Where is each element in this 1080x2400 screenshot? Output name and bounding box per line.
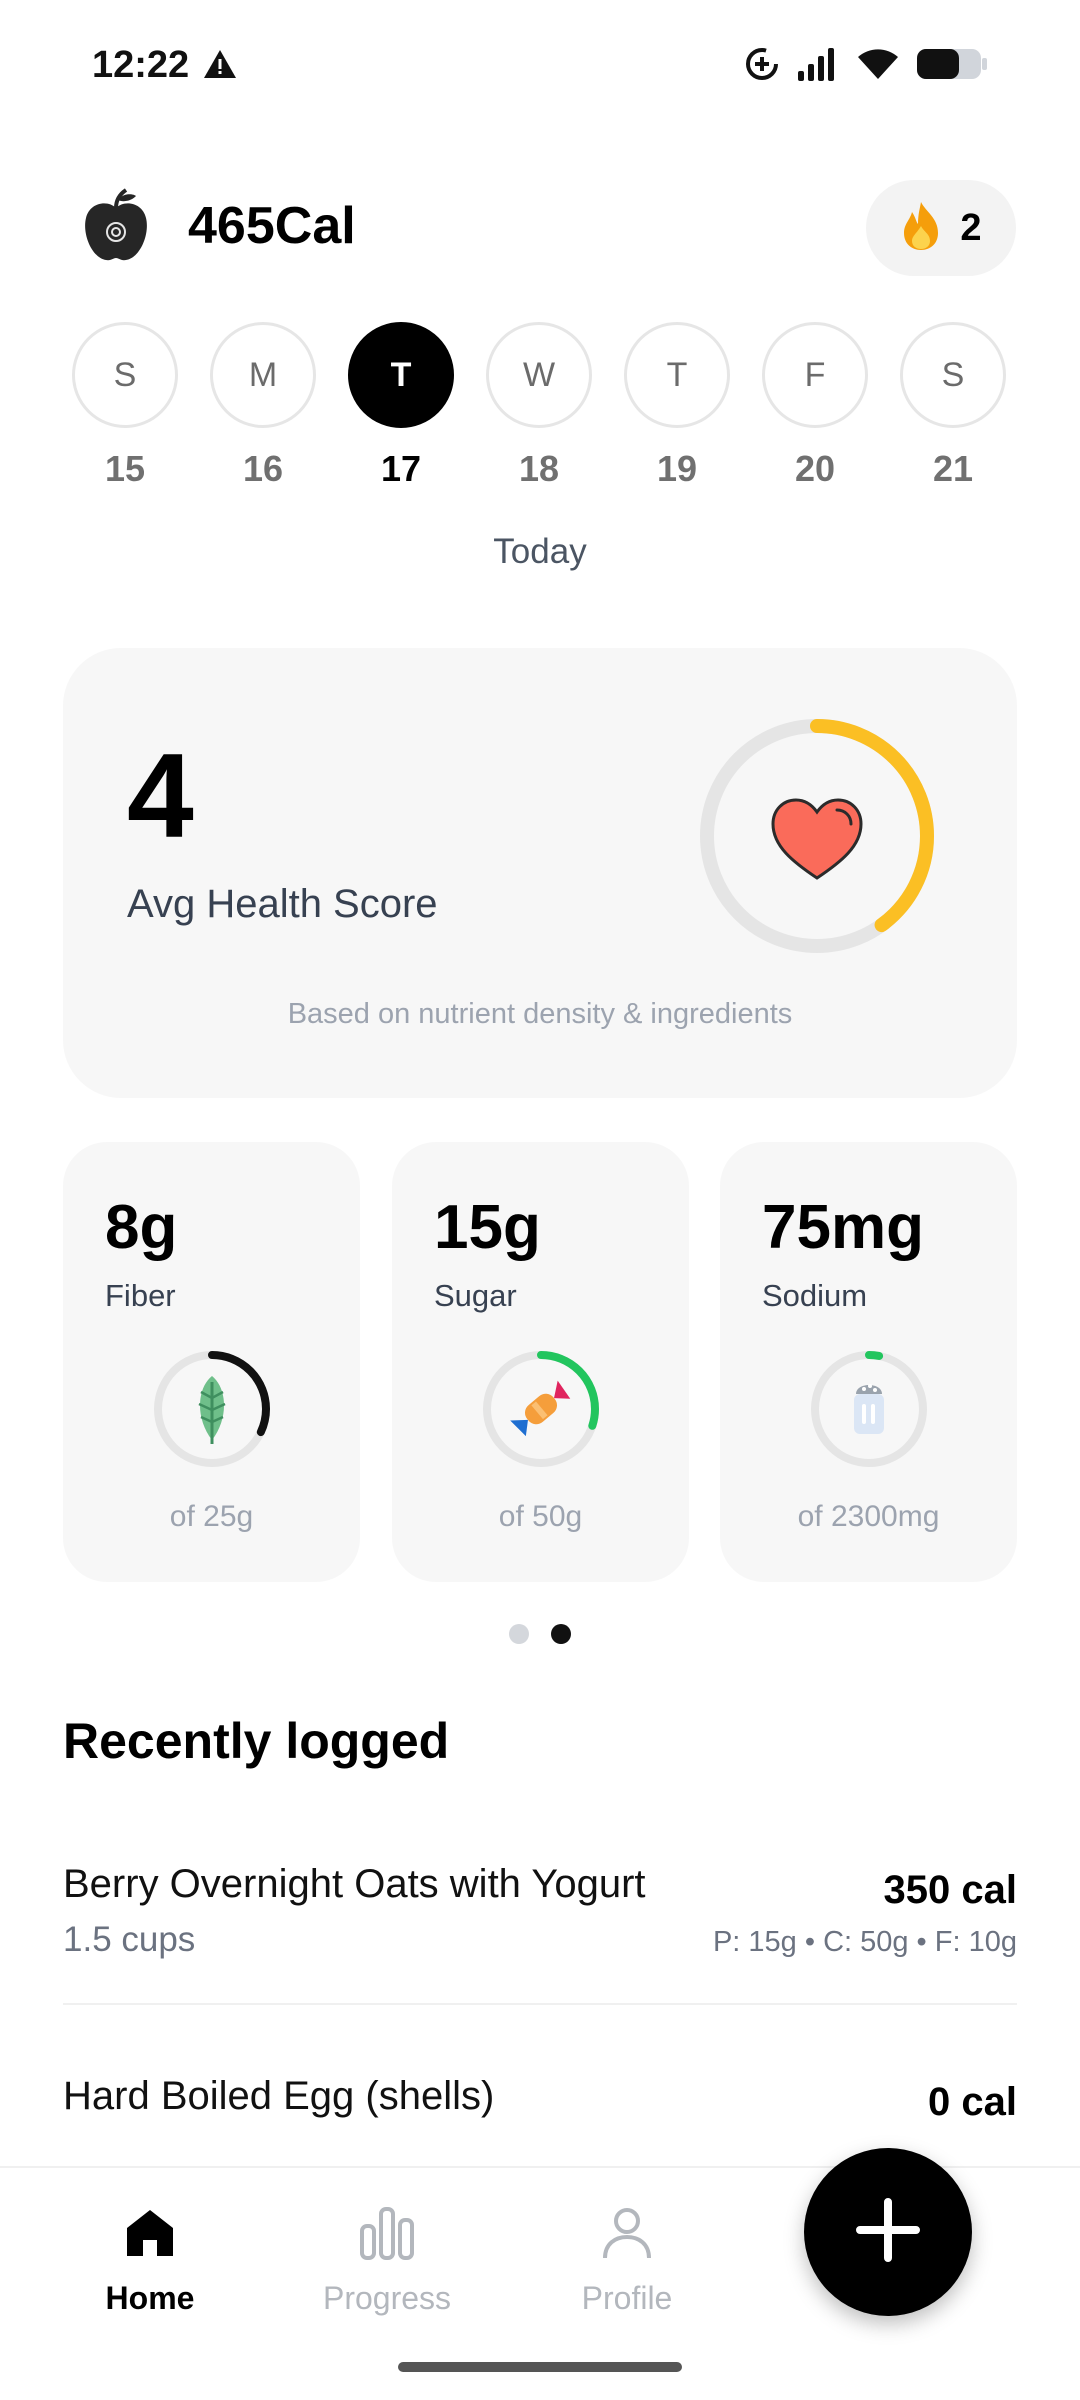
flame-icon — [900, 200, 942, 257]
divider — [63, 2003, 1017, 2005]
sodium-value: 75mg — [762, 1193, 924, 1262]
signal-icon — [796, 47, 840, 86]
add-log-button[interactable] — [804, 2148, 972, 2316]
day-tuesday-17[interactable]: T 17 — [348, 322, 454, 490]
day-letter: T — [624, 322, 730, 428]
sodium-label: Sodium — [762, 1278, 868, 1313]
status-bar: 12:22 — [0, 0, 1080, 130]
sugar-label: Sugar — [434, 1278, 517, 1313]
app-title: 465Cal — [188, 197, 356, 255]
recent-section-title: Recently logged — [63, 1713, 450, 1769]
apple-logo-icon — [76, 186, 156, 266]
fiber-ring — [151, 1348, 273, 1470]
food-name: Hard Boiled Egg (shells) — [63, 2074, 495, 2118]
streak-count: 2 — [960, 206, 982, 249]
fiber-card[interactable]: 8g Fiber of 25g — [63, 1142, 360, 1582]
day-date: 18 — [518, 448, 560, 489]
sodium-goal: of 2300mg — [797, 1500, 940, 1533]
day-date: 19 — [656, 448, 698, 489]
food-serving: 1.5 cups — [63, 1920, 196, 1959]
day-date: 21 — [932, 448, 974, 489]
sugar-value: 15g — [434, 1193, 541, 1262]
day-letter: S — [72, 322, 178, 428]
bar-chart-icon — [287, 2198, 487, 2268]
health-score-note: Based on nutrient density & ingredients — [287, 998, 793, 1030]
day-date: 16 — [242, 448, 284, 489]
streak-badge[interactable]: 2 — [866, 180, 1016, 276]
pager-dot-active[interactable] — [551, 1624, 571, 1644]
nav-progress[interactable]: Progress — [287, 2198, 487, 2317]
fiber-leaf-icon — [198, 1376, 226, 1444]
week-selector: S 15 M 16 T 17 W 18 T 19 F 20 S 21 — [72, 322, 1012, 492]
health-score-value: 4 — [127, 729, 194, 863]
day-date: 15 — [104, 448, 146, 489]
sugar-goal: of 50g — [498, 1500, 583, 1533]
day-letter: M — [210, 322, 316, 428]
status-time: 12:22 — [92, 44, 190, 86]
nav-progress-label: Progress — [322, 2280, 452, 2316]
fiber-value: 8g — [105, 1193, 178, 1262]
day-letter: S — [900, 322, 1006, 428]
person-icon — [527, 2198, 727, 2268]
day-saturday-21[interactable]: S 21 — [900, 322, 1006, 490]
sodium-card[interactable]: 75mg Sodium of 2300mg — [720, 1142, 1017, 1582]
pager-dots — [0, 1624, 1080, 1644]
home-indicator[interactable] — [398, 2362, 682, 2372]
home-icon — [50, 2198, 250, 2268]
day-wednesday-18[interactable]: W 18 — [486, 322, 592, 490]
health-score-ring — [697, 716, 937, 956]
health-score-card[interactable]: 4 Avg Health Score Based on nutrient den… — [63, 648, 1017, 1098]
day-sunday-15[interactable]: S 15 — [72, 322, 178, 490]
battery-icon — [916, 47, 988, 86]
health-score-label: Avg Health Score — [127, 882, 438, 926]
food-calories: 350 cal — [883, 1868, 1017, 1912]
wifi-icon — [856, 47, 900, 86]
nav-home-label: Home — [105, 2280, 195, 2316]
warning-icon — [202, 48, 238, 85]
food-entry[interactable]: Hard Boiled Egg (shells) 0 cal — [63, 2074, 1017, 2134]
candy-icon — [510, 1380, 571, 1437]
day-monday-16[interactable]: M 16 — [210, 322, 316, 490]
day-letter: F — [762, 322, 868, 428]
day-thursday-19[interactable]: T 19 — [624, 322, 730, 490]
sodium-ring — [808, 1348, 930, 1470]
food-entry[interactable]: Berry Overnight Oats with Yogurt 350 cal… — [63, 1862, 1017, 1962]
food-macros: P: 15g • C: 50g • F: 10g — [712, 1926, 1017, 1958]
sugar-ring — [480, 1348, 602, 1470]
heart-icon — [771, 798, 863, 880]
day-letter: T — [348, 322, 454, 428]
day-date: 20 — [794, 448, 836, 489]
plus-icon — [856, 2197, 920, 2267]
salt-shaker-icon — [854, 1384, 884, 1434]
status-icons — [744, 46, 988, 87]
food-name: Berry Overnight Oats with Yogurt — [63, 1862, 646, 1906]
day-date: 17 — [380, 448, 422, 489]
day-letter: W — [486, 322, 592, 428]
sugar-card[interactable]: 15g Sugar of 50g — [392, 1142, 689, 1582]
data-saver-icon — [744, 46, 780, 87]
selected-day-label: Today — [493, 532, 587, 571]
food-calories: 0 cal — [928, 2080, 1017, 2124]
nav-home[interactable]: Home — [50, 2198, 250, 2317]
day-friday-20[interactable]: F 20 — [762, 322, 868, 490]
pager-dot[interactable] — [509, 1624, 529, 1644]
fiber-goal: of 25g — [169, 1500, 254, 1533]
fiber-label: Fiber — [105, 1278, 176, 1313]
nav-profile[interactable]: Profile — [527, 2198, 727, 2317]
nav-profile-label: Profile — [581, 2280, 673, 2316]
